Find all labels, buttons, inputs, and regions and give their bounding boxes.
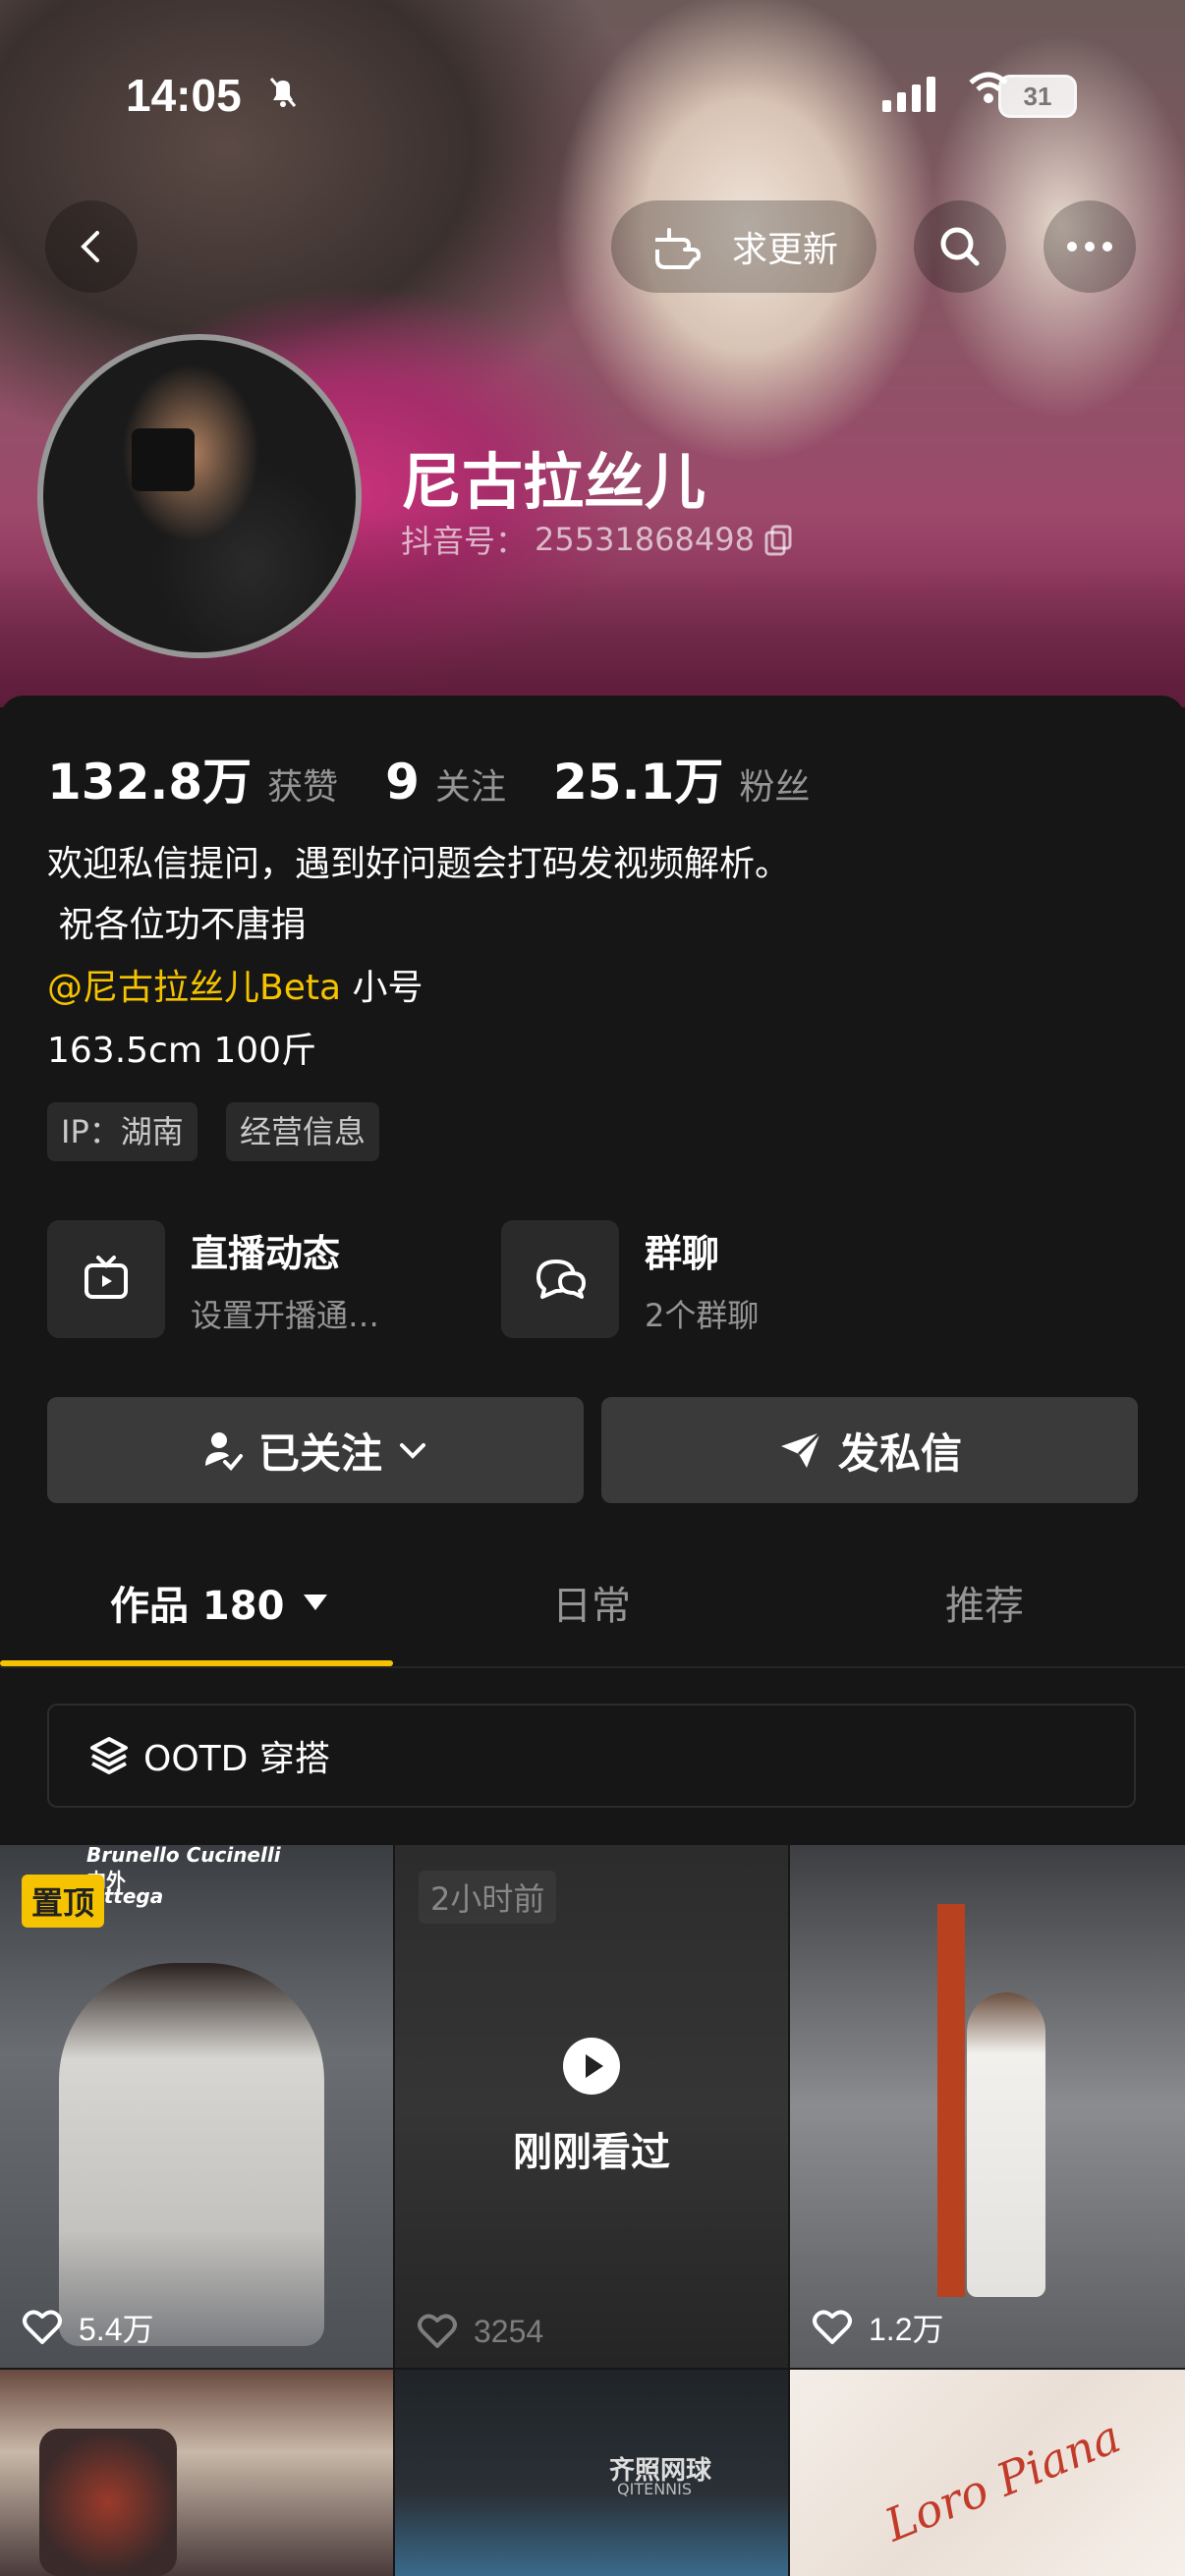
send-message-button[interactable]: 发私信 — [601, 1397, 1138, 1503]
request-update-button[interactable]: 求更新 — [611, 200, 876, 293]
mention-suffix: 小号 — [341, 968, 423, 1008]
stats-row: 132.8万 获赞 9 关注 25.1万 粉丝 — [47, 743, 857, 813]
ip-tag: IP：湖南 — [47, 1102, 198, 1161]
heart-icon — [23, 2310, 62, 2344]
tile-3-figure — [967, 1992, 1045, 2297]
tv-icon — [47, 1220, 165, 1338]
chat-bubbles-icon — [501, 1220, 619, 1338]
send-icon — [780, 1430, 822, 1468]
search-button[interactable] — [914, 200, 1006, 293]
pinned-badge: 置顶 — [22, 1875, 105, 1928]
tile-1-figure — [59, 1963, 324, 2346]
tab-works-label: 作品 180 — [110, 1584, 285, 1629]
tile-4-bottles — [39, 2429, 177, 2576]
layers-icon — [90, 1737, 128, 1774]
status-time: 14:05 — [126, 70, 242, 121]
tile-6-script: Loro Piana — [877, 2409, 1128, 2552]
signal-icon — [882, 75, 935, 112]
live-updates-title: 直播动态 — [191, 1231, 341, 1275]
group-chat-card[interactable]: 群聊 2个群聊 — [501, 1218, 759, 1340]
video-tile-4[interactable] — [0, 2370, 393, 2576]
collection-label: OOTD 穿搭 — [143, 1739, 330, 1779]
following-button[interactable]: 已关注 — [47, 1397, 584, 1503]
more-button[interactable] — [1044, 200, 1136, 293]
following-label: 关注 — [434, 767, 506, 808]
video-tile-5[interactable]: 齐照网球 QITENNIS — [395, 2370, 788, 2576]
video-tile-6[interactable]: Loro Piana — [790, 2370, 1185, 2576]
tab-recommend[interactable]: 推荐 — [945, 1574, 1024, 1631]
tile-3-door — [937, 1904, 965, 2297]
camera-in-avatar — [132, 428, 195, 491]
search-icon — [940, 227, 980, 266]
time-ago-badge: 2小时前 — [419, 1871, 557, 1924]
tile-2-likes-count: 3254 — [474, 2313, 544, 2349]
back-button[interactable] — [45, 200, 138, 293]
copy-icon[interactable] — [762, 523, 796, 556]
tile-3-likes-count: 1.2万 — [869, 2312, 944, 2347]
video-tile-2[interactable]: 刚刚看过 2小时前 3254 — [395, 1845, 788, 2368]
caret-down-icon — [304, 1595, 328, 1610]
mention-link[interactable]: @尼古拉丝儿Beta — [47, 968, 341, 1008]
followers-count: 25.1万 — [552, 754, 724, 811]
bio-line-4: 163.5cm 100斤 — [47, 1031, 317, 1071]
followers-label: 粉丝 — [739, 767, 811, 808]
douyin-id-label: 抖音号： — [401, 523, 528, 560]
business-info-tag[interactable]: 经营信息 — [226, 1102, 380, 1161]
bio-mention-row: @尼古拉丝儿Beta 小号 — [47, 971, 423, 1006]
mute-icon — [263, 73, 303, 121]
tab-divider — [0, 1666, 1185, 1668]
video-tile-1[interactable]: Brunello Cucinelli 内外 ottega L 置顶 5.4万 — [0, 1845, 393, 2368]
tile-2-likes: 3254 — [417, 2313, 543, 2350]
douyin-id-value: 25531868498 — [535, 521, 755, 558]
stat-followers[interactable]: 25.1万 粉丝 — [553, 743, 810, 813]
following-count: 9 — [385, 754, 420, 811]
play-icon — [563, 2038, 620, 2095]
more-dots-icon — [1067, 242, 1112, 252]
tile-3-likes: 1.2万 — [812, 2305, 944, 2350]
tile-1-likes-count: 5.4万 — [79, 2312, 154, 2347]
bio-line-1: 欢迎私信提问，遇到好问题会打码发视频解析。 — [47, 844, 791, 884]
tile-1-overlay-brand: Brunello Cucinelli — [86, 1845, 281, 1867]
stat-likes[interactable]: 132.8万 获赞 — [47, 743, 338, 813]
likes-count: 132.8万 — [47, 754, 253, 811]
heart-icon — [813, 2310, 852, 2344]
user-check-icon — [204, 1432, 243, 1471]
douyin-id-row[interactable]: 抖音号： 25531868498 — [401, 517, 796, 562]
tab-daily[interactable]: 日常 — [552, 1574, 631, 1631]
request-update-label: 求更新 — [731, 230, 838, 270]
video-tile-3[interactable]: 1.2万 — [790, 1845, 1185, 2368]
likes-label: 获赞 — [267, 767, 339, 808]
live-updates-subtitle: 设置开播通… — [191, 1296, 380, 1334]
chevron-down-icon — [400, 1443, 425, 1459]
group-chat-subtitle: 2个群聊 — [645, 1296, 760, 1334]
chevron-left-icon — [81, 231, 99, 262]
collection-ootd[interactable]: OOTD 穿搭 — [47, 1704, 1136, 1808]
battery-indicator: 31 — [998, 75, 1077, 118]
bio-line-2: 祝各位功不唐捐 — [47, 905, 307, 945]
profile-name: 尼古拉丝儿 — [401, 446, 706, 518]
following-button-label: 已关注 — [257, 1428, 382, 1478]
pointing-hand-icon — [654, 228, 701, 269]
tile-5-logo-sub: QITENNIS — [617, 2480, 693, 2498]
stat-following[interactable]: 9 关注 — [385, 754, 506, 811]
tab-works[interactable]: 作品 180 — [110, 1574, 329, 1631]
send-message-label: 发私信 — [837, 1428, 962, 1478]
avatar[interactable] — [37, 334, 362, 658]
heart-icon — [418, 2314, 457, 2348]
live-updates-card[interactable]: 直播动态 设置开播通… — [47, 1218, 379, 1340]
tile-1-likes: 5.4万 — [22, 2305, 154, 2350]
watched-label: 刚刚看过 — [513, 2130, 670, 2175]
group-chat-title: 群聊 — [645, 1231, 720, 1275]
